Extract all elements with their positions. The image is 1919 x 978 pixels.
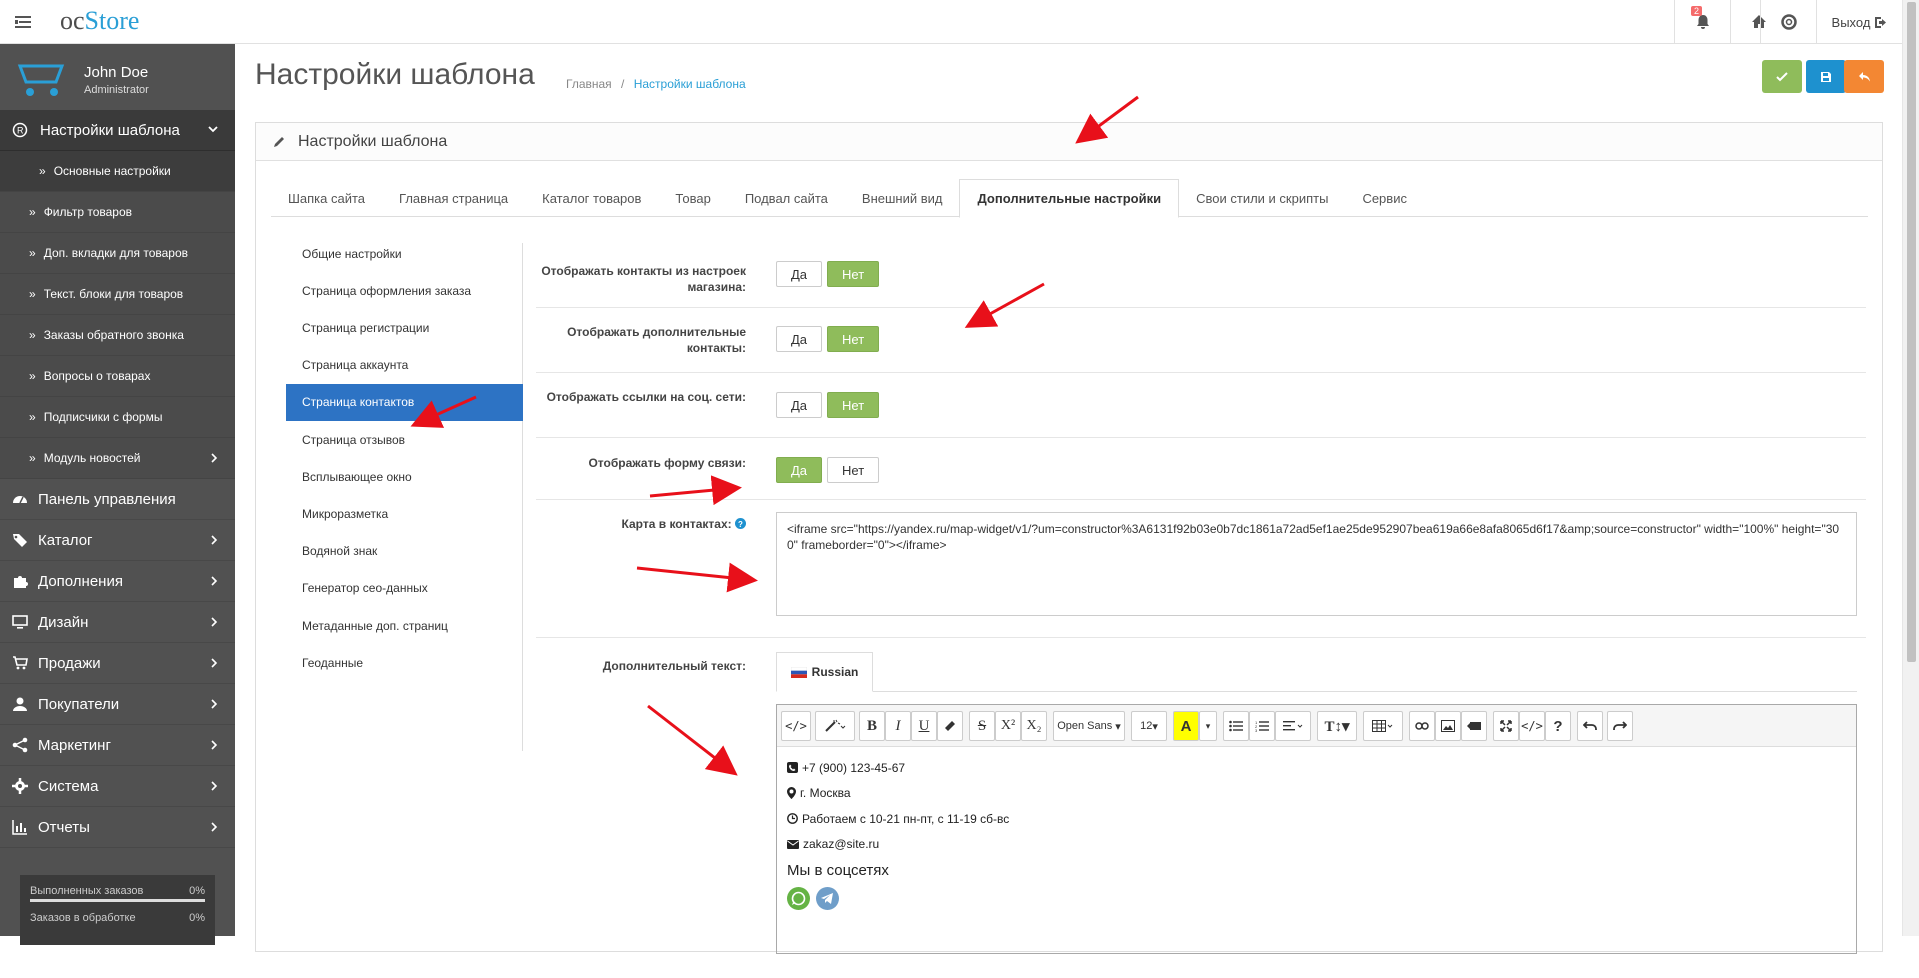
annotation-arrows <box>410 95 1139 776</box>
